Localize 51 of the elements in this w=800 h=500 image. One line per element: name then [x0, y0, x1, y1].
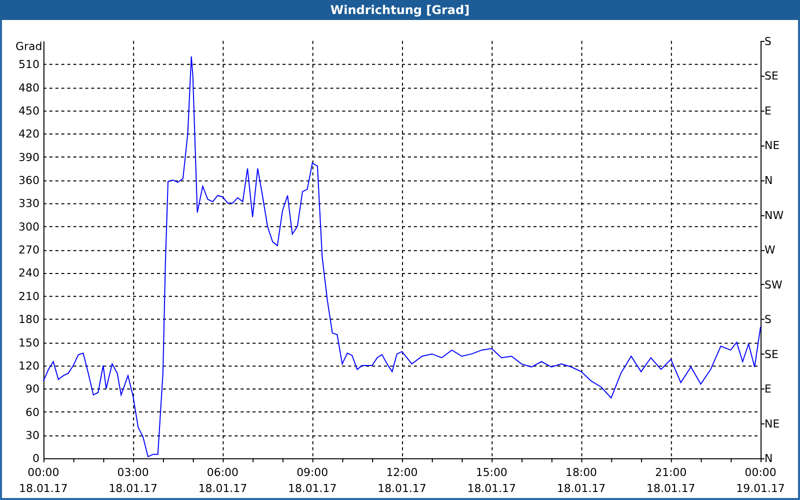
- axis-label: 60: [26, 406, 40, 419]
- axis-label: 18.01.17: [19, 482, 68, 496]
- axis-label: NW: [764, 208, 784, 222]
- axis-label: E: [764, 104, 772, 118]
- axis-label: SW: [764, 278, 782, 292]
- axis-label: 18.01.17: [378, 482, 426, 496]
- axis-label: 06:00: [206, 466, 238, 480]
- axis-label: S: [764, 313, 772, 326]
- axis-label: 150: [18, 336, 40, 350]
- axis-label: 90: [26, 382, 40, 396]
- axis-label: 0: [32, 452, 40, 466]
- axis-label: 210: [18, 290, 40, 303]
- axis-label: 18.01.17: [646, 482, 696, 496]
- axis-label: 30: [26, 428, 40, 442]
- axis-label: 15:00: [476, 466, 508, 480]
- axis-label: SE: [764, 70, 778, 83]
- axis-label: 420: [18, 128, 40, 141]
- axis-label: 510: [18, 58, 40, 71]
- axis-label: 480: [18, 81, 40, 94]
- axis-label: 180: [18, 313, 40, 326]
- axis-label: 21:00: [655, 466, 687, 480]
- axis-label: 00:00: [744, 466, 776, 480]
- axis-label: 18:00: [566, 466, 598, 480]
- axis-label: 300: [18, 220, 40, 234]
- axis-label: 450: [18, 104, 40, 118]
- axis-label: S: [764, 34, 772, 48]
- window-title: Windrichtung [Grad]: [0, 0, 800, 20]
- axis-label: 09:00: [296, 466, 328, 480]
- axis-label: W: [764, 243, 776, 256]
- axis-label: 03:00: [117, 466, 149, 480]
- axis-label: 360: [18, 174, 40, 187]
- axis-label: NE: [764, 139, 780, 152]
- axis-label: SE: [764, 348, 778, 361]
- axis-label: 330: [18, 197, 40, 210]
- axis-label: 18.01.17: [108, 482, 158, 496]
- axis-label: 12:00: [386, 466, 418, 480]
- axis-label: 18.01.17: [467, 482, 516, 496]
- axis-label: 390: [18, 150, 40, 164]
- axis-label: N: [764, 452, 773, 466]
- axis-label: N: [764, 174, 773, 187]
- axis-label: 18.01.17: [198, 482, 248, 496]
- axis-label: NE: [764, 417, 780, 430]
- axis-label: 270: [18, 243, 40, 256]
- axis-label: E: [764, 382, 772, 396]
- axis-label: 18.01.17: [556, 482, 606, 496]
- axis-label: 00:00: [28, 466, 60, 480]
- axis-label: 240: [18, 266, 40, 280]
- axis-label: 120: [18, 359, 40, 372]
- axis-title: Grad: [16, 40, 42, 53]
- axis-label: 19.01.17: [736, 482, 785, 496]
- axis-label: 18.01.17: [288, 482, 337, 496]
